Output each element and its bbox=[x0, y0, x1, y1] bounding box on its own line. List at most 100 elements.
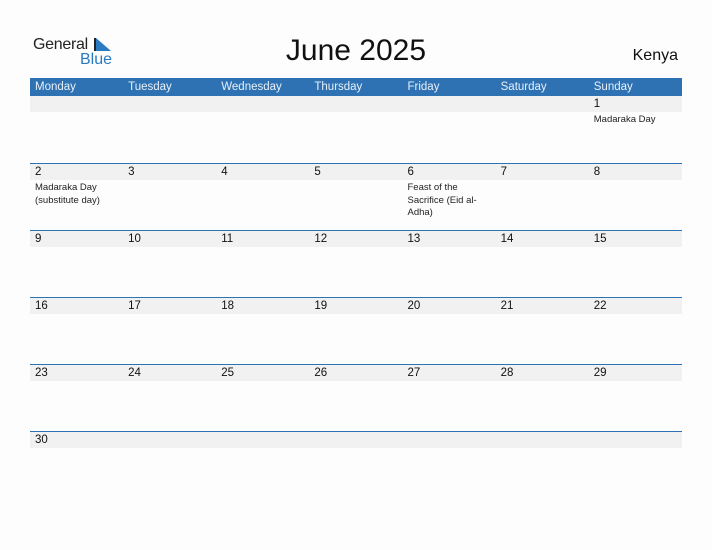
holiday-label bbox=[128, 381, 216, 383]
day-cell bbox=[403, 432, 496, 450]
day-number: 19 bbox=[314, 300, 328, 312]
day-cell: 2 Madaraka Day (substitute day) bbox=[30, 164, 123, 220]
day-number bbox=[221, 432, 309, 448]
holiday-label bbox=[221, 180, 309, 182]
holiday-label bbox=[314, 112, 402, 114]
week-row: 30 bbox=[30, 431, 682, 498]
day-number: 27 bbox=[407, 367, 421, 379]
day-cell: 23 bbox=[30, 365, 123, 383]
weekday-header: Monday Tuesday Wednesday Thursday Friday… bbox=[30, 78, 682, 96]
day-cell: 7 bbox=[496, 164, 589, 220]
weekday-thursday: Thursday bbox=[314, 81, 363, 93]
week-cells: 2 Madaraka Day (substitute day) 3 4 5 6 Feast … bbox=[30, 164, 682, 220]
day-cell: 4 bbox=[216, 164, 309, 220]
day-cell bbox=[216, 96, 309, 127]
holiday-label bbox=[594, 314, 682, 316]
day-number: 10 bbox=[128, 233, 141, 245]
holiday-label bbox=[221, 448, 309, 450]
holiday-label bbox=[408, 247, 496, 249]
holiday-label bbox=[128, 448, 216, 450]
week-cells: 1 Madaraka Day bbox=[30, 96, 682, 127]
day-number: 12 bbox=[314, 233, 328, 245]
day-number: 6 bbox=[407, 166, 414, 178]
day-number bbox=[314, 432, 402, 448]
day-cell bbox=[403, 96, 496, 127]
day-number: 26 bbox=[314, 367, 328, 379]
day-number bbox=[408, 96, 496, 112]
day-number bbox=[501, 432, 589, 448]
day-number bbox=[128, 432, 216, 448]
day-number: 7 bbox=[500, 166, 508, 178]
day-number: 29 bbox=[593, 367, 607, 379]
holiday-label bbox=[128, 180, 216, 182]
holiday-label bbox=[314, 381, 402, 383]
holiday-label bbox=[594, 247, 682, 249]
day-cell bbox=[496, 432, 589, 450]
holiday-label bbox=[221, 381, 309, 383]
day-cell bbox=[309, 432, 402, 450]
holiday-label bbox=[594, 381, 682, 383]
week-cells: 30 bbox=[30, 432, 682, 450]
day-cell: 22 bbox=[589, 298, 682, 316]
weekday-friday: Friday bbox=[407, 81, 440, 93]
day-cell: 24 bbox=[123, 365, 216, 383]
day-cell: 13 bbox=[403, 231, 496, 249]
holiday-label bbox=[128, 112, 216, 114]
holiday-label: Feast of the Sacrifice (Eid al-Adha) bbox=[407, 182, 477, 218]
day-cell bbox=[123, 96, 216, 127]
day-cell: 14 bbox=[496, 231, 589, 249]
day-cell: 26 bbox=[309, 365, 402, 383]
holiday-label bbox=[35, 247, 123, 249]
day-cell: 19 bbox=[309, 298, 402, 316]
day-cell bbox=[216, 432, 309, 450]
holiday-label bbox=[501, 381, 589, 383]
holiday-label bbox=[408, 112, 496, 114]
day-number: 4 bbox=[221, 166, 228, 178]
holiday-label bbox=[35, 112, 123, 114]
holiday-label bbox=[128, 314, 216, 316]
day-cell: 27 bbox=[403, 365, 496, 383]
day-number: 22 bbox=[593, 300, 607, 312]
holiday-label bbox=[501, 112, 589, 114]
holiday-label bbox=[594, 180, 682, 182]
day-cell: 11 bbox=[216, 231, 309, 249]
day-cell: 6 Feast of the Sacrifice (Eid al-Adha) bbox=[403, 164, 496, 220]
week-row: 16 17 18 19 20 21 22 bbox=[30, 297, 682, 364]
day-cell: 12 bbox=[309, 231, 402, 249]
day-number: 16 bbox=[35, 300, 48, 312]
week-row: 2 Madaraka Day (substitute day) 3 4 5 6 Feast … bbox=[30, 163, 682, 230]
day-cell: 9 bbox=[30, 231, 123, 249]
week-row: 23 24 25 26 27 28 29 bbox=[30, 364, 682, 431]
day-number bbox=[408, 432, 496, 448]
holiday-label: Madaraka Day (substitute day) bbox=[35, 182, 100, 206]
holiday-label bbox=[501, 247, 589, 249]
day-cell: 21 bbox=[496, 298, 589, 316]
day-number: 1 bbox=[593, 98, 601, 110]
day-number: 15 bbox=[593, 233, 607, 245]
holiday-label bbox=[35, 314, 123, 316]
day-number: 24 bbox=[128, 367, 141, 379]
holiday-label bbox=[221, 314, 309, 316]
weekday-sunday: Sunday bbox=[593, 81, 633, 93]
day-cell: 18 bbox=[216, 298, 309, 316]
holiday-label bbox=[314, 180, 402, 182]
day-cell: 3 bbox=[123, 164, 216, 220]
holiday-label bbox=[594, 448, 682, 450]
holiday-label bbox=[314, 247, 402, 249]
week-cells: 9 10 11 12 13 14 15 bbox=[30, 231, 682, 249]
day-number: 3 bbox=[128, 166, 135, 178]
day-cell: 8 bbox=[589, 164, 682, 220]
day-cell bbox=[123, 432, 216, 450]
holiday-label bbox=[221, 247, 309, 249]
day-cell bbox=[589, 432, 682, 450]
day-cell: 29 bbox=[589, 365, 682, 383]
holiday-label bbox=[314, 314, 402, 316]
weekday-tuesday: Tuesday bbox=[128, 81, 172, 93]
holiday-label bbox=[408, 448, 496, 450]
day-number: 5 bbox=[314, 166, 321, 178]
day-number: 20 bbox=[407, 300, 421, 312]
day-cell: 5 bbox=[309, 164, 402, 220]
day-number: 28 bbox=[500, 367, 514, 379]
day-number: 30 bbox=[35, 434, 48, 446]
day-number: 9 bbox=[35, 233, 42, 245]
